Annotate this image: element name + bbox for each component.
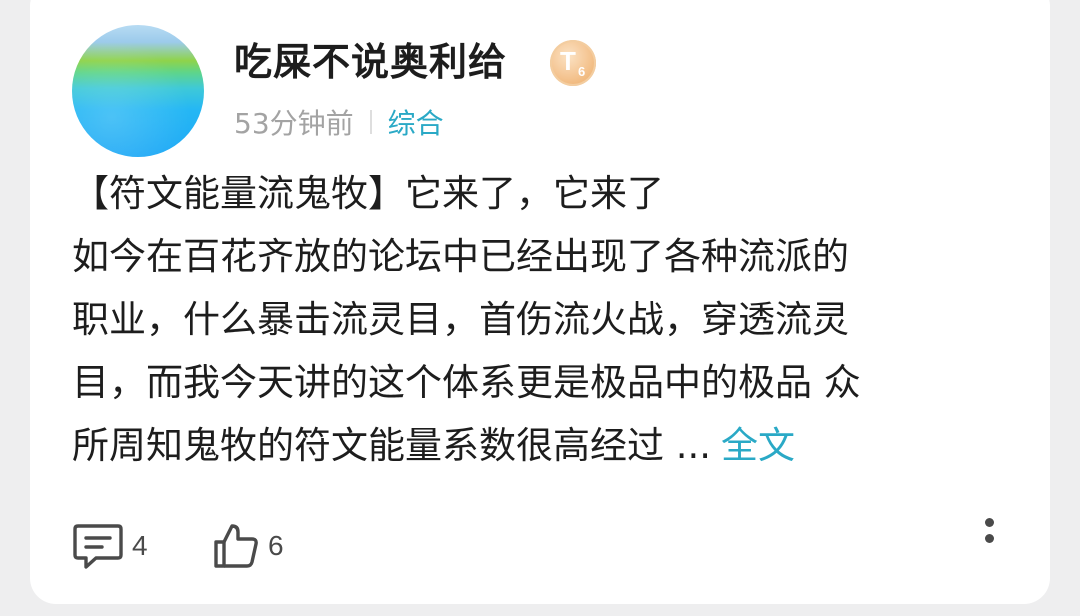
content-line: 【符文能量流鬼牧】它来了，它来了 bbox=[72, 172, 664, 215]
like-button[interactable]: 6 bbox=[212, 522, 284, 570]
post-meta: 53分钟前 综合 bbox=[234, 102, 444, 142]
post-category[interactable]: 综合 bbox=[388, 102, 444, 142]
post-time: 53分钟前 bbox=[234, 107, 354, 140]
author-name[interactable]: 吃屎不说奥利给 bbox=[234, 40, 507, 84]
more-dot bbox=[985, 518, 994, 527]
level-badge-icon: T 6 bbox=[550, 40, 596, 86]
content-line: 如今在百花齐放的论坛中已经出现了各种流派的 bbox=[72, 235, 849, 278]
content-line: 职业，什么暴击流灵目，首伤流火战，穿透流灵 bbox=[72, 298, 849, 341]
post-card[interactable]: 吃屎不说奥利给 T 6 53分钟前 综合 【符文能量流鬼牧】它来了，它来了 如今… bbox=[30, 0, 1050, 604]
content-line: 目，而我今天讲的这个体系更是极品中的极品 众 bbox=[72, 361, 861, 404]
meta-divider bbox=[369, 110, 372, 134]
comment-button[interactable]: 4 bbox=[72, 522, 148, 570]
content-line-text: 所周知鬼牧的符文能量系数很高经过 ... bbox=[72, 424, 712, 467]
more-dot bbox=[985, 534, 994, 543]
thumbs-up-icon bbox=[212, 522, 260, 570]
author-avatar[interactable] bbox=[72, 25, 204, 157]
post-actions: 4 6 bbox=[72, 522, 1012, 578]
full-text-link[interactable]: 全文 bbox=[721, 424, 795, 467]
badge-level: 6 bbox=[578, 64, 586, 79]
like-count: 6 bbox=[268, 530, 284, 561]
post-content[interactable]: 【符文能量流鬼牧】它来了，它来了 如今在百花齐放的论坛中已经出现了各种流派的 职… bbox=[72, 162, 1032, 477]
comment-icon bbox=[72, 522, 124, 570]
badge-letter: T bbox=[560, 46, 576, 76]
content-line-last: 所周知鬼牧的符文能量系数很高经过 ... 全文 bbox=[72, 414, 1032, 477]
more-vertical-icon[interactable] bbox=[980, 514, 1000, 554]
comment-count: 4 bbox=[132, 530, 148, 561]
